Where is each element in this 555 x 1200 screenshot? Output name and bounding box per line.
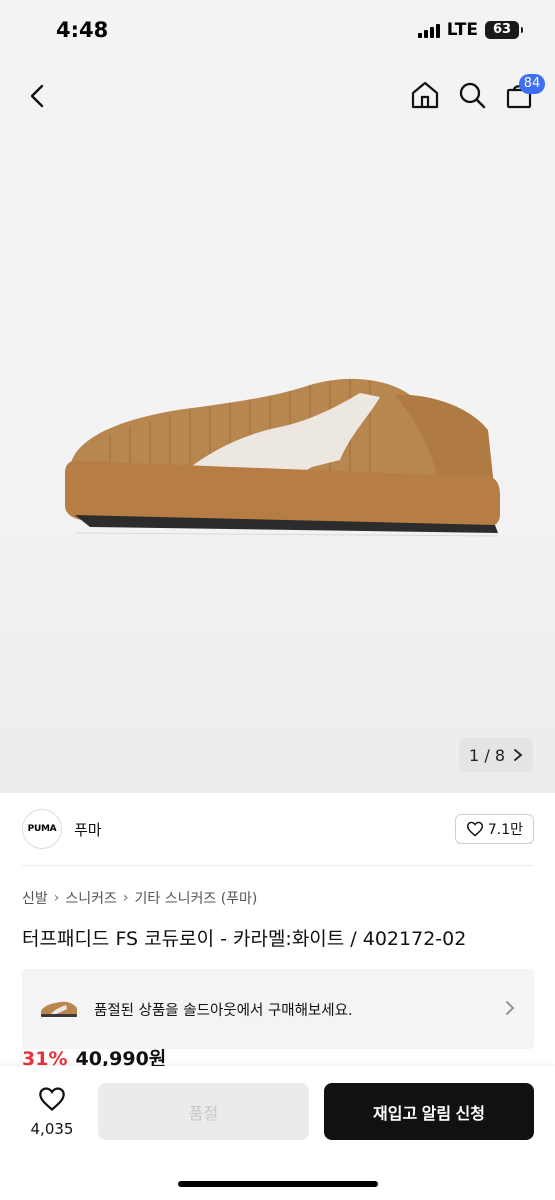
current-page: 1 <box>469 745 480 765</box>
divider <box>22 865 534 866</box>
page-separator: / <box>484 745 490 765</box>
signal-icon <box>417 22 440 38</box>
brand-like-count: 7.1만 <box>487 822 523 838</box>
search-icon <box>459 82 485 108</box>
soldout-banner-text: 품절된 상품을 솔드아웃에서 구매해보세요. <box>94 1002 353 1019</box>
brand-name[interactable]: 푸마 <box>74 819 102 840</box>
breadcrumb: 신발 › 스니커즈 › 기타 스니커즈 (푸마) <box>22 888 257 908</box>
soldout-banner[interactable]: 품절된 상품을 솔드아웃에서 구매해보세요. <box>22 969 534 1049</box>
image-page-counter[interactable]: 1 / 8 <box>459 738 533 772</box>
heart-icon <box>466 821 483 837</box>
wishlist-button[interactable]: 4,035 <box>22 1086 82 1138</box>
back-button[interactable] <box>22 80 54 112</box>
battery-icon: 63 <box>485 21 523 39</box>
page-indicator: 1 / 8 <box>469 746 505 765</box>
chevron-right-icon <box>506 1001 515 1015</box>
brand-logo[interactable]: PUMA <box>22 809 62 849</box>
header-actions: 84 <box>408 74 545 111</box>
product-image <box>65 378 500 537</box>
banner-thumbnail <box>38 988 80 1030</box>
search-button[interactable] <box>455 78 488 111</box>
cart-button[interactable]: 84 <box>502 74 545 111</box>
chevron-right-icon <box>514 749 523 761</box>
home-button[interactable] <box>408 78 441 111</box>
brand-like-button[interactable]: 7.1만 <box>454 814 534 844</box>
network-label: LTE <box>446 20 478 40</box>
wishlist-count: 4,035 <box>30 1120 74 1138</box>
heart-icon <box>39 1087 65 1111</box>
chevron-right-icon: › <box>53 890 60 906</box>
bottom-action-bar: 4,035 품절 재입고 알림 신청 <box>0 1066 555 1200</box>
brand-row[interactable]: PUMA 푸마 7.1만 <box>22 808 534 850</box>
breadcrumb-item[interactable]: 신발 <box>22 888 48 908</box>
product-image-gallery[interactable] <box>0 0 555 793</box>
restock-alert-button[interactable]: 재입고 알림 신청 <box>324 1083 534 1140</box>
product-title: 터프패디드 FS 코듀로이 - 카라멜:화이트 / 402172-02 <box>22 928 467 950</box>
total-pages: 8 <box>494 745 505 765</box>
home-icon <box>411 81 438 108</box>
shoe-thumbnail-icon <box>41 1001 77 1017</box>
home-indicator <box>178 1181 378 1187</box>
chevron-right-icon: › <box>122 890 129 906</box>
status-indicators: LTE 63 <box>417 20 523 40</box>
soldout-button[interactable]: 품절 <box>98 1083 309 1140</box>
status-bar: 4:48 LTE 63 <box>0 0 555 62</box>
chevron-left-icon <box>30 84 44 108</box>
status-time: 4:48 <box>56 18 109 42</box>
breadcrumb-item[interactable]: 스니커즈 <box>65 888 117 908</box>
cart-count-badge: 84 <box>519 74 545 94</box>
breadcrumb-item[interactable]: 기타 스니커즈 (푸마) <box>135 888 258 908</box>
